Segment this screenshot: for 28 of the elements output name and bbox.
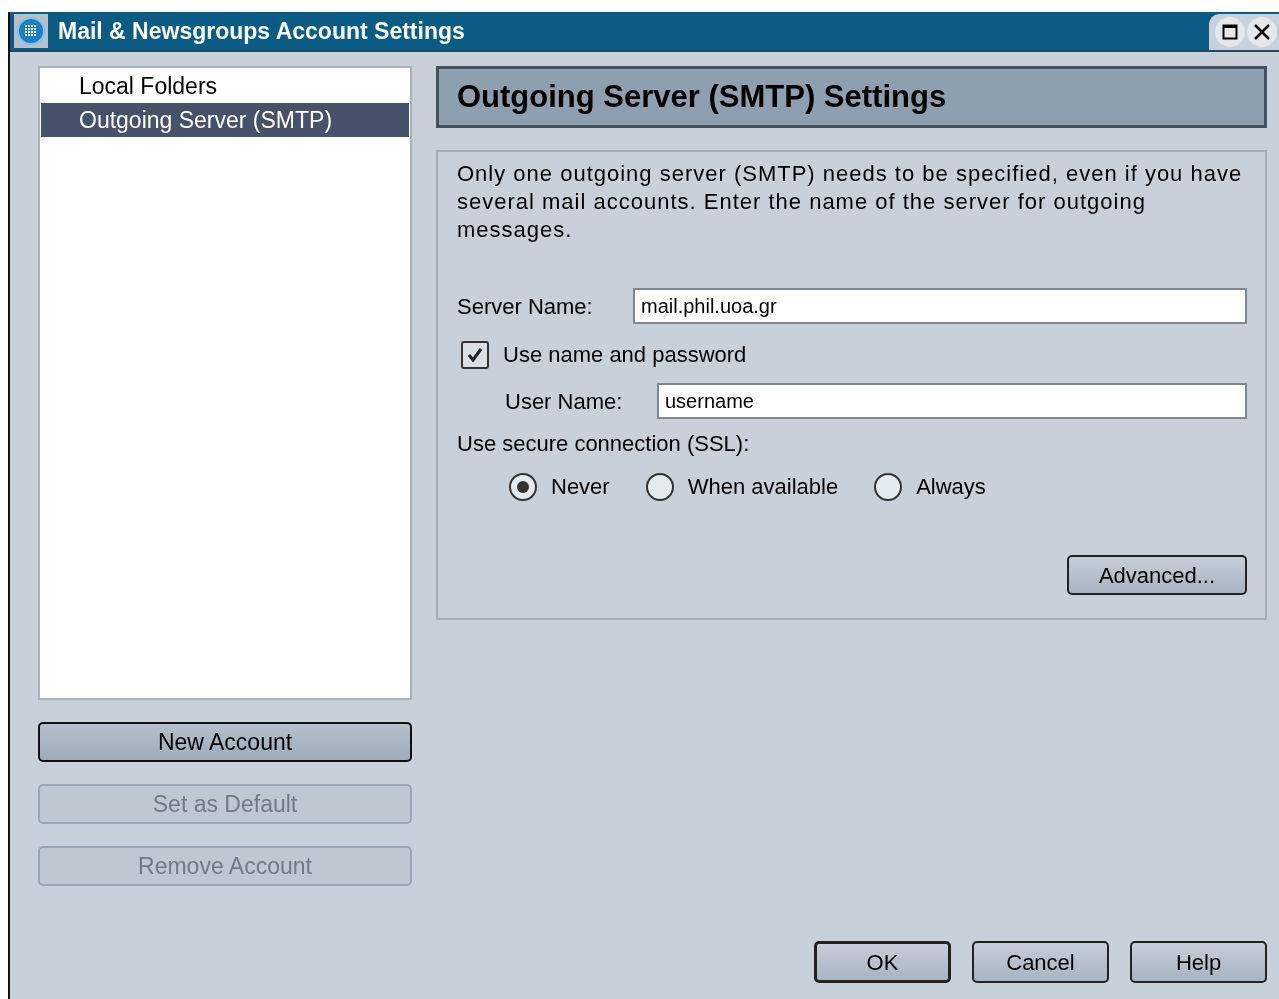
checkmark-icon: [466, 345, 484, 364]
ssl-label: Use secure connection (SSL):: [457, 430, 751, 458]
checkbox[interactable]: [461, 340, 489, 369]
dialog-button[interactable]: Cancel: [972, 941, 1109, 983]
radio-button[interactable]: [874, 472, 903, 501]
radio-label: Always: [916, 473, 986, 501]
server-name-field[interactable]: mail.phil.uoa.gr: [633, 288, 1247, 324]
panel-header: Outgoing Server (SMTP) Settings: [436, 66, 1267, 128]
maximize-icon: [1222, 24, 1238, 40]
radio-button[interactable]: [509, 472, 537, 501]
account-item[interactable]: Outgoing Server (SMTP): [41, 103, 409, 137]
advanced-button[interactable]: Advanced...: [1067, 555, 1247, 595]
dialog-button[interactable]: OK: [814, 941, 951, 983]
description-text: Only one outgoing server (SMTP) needs to be specified, even if you have several mail accounts. Enter the name of the server for outgoing messages.: [457, 160, 1244, 244]
window-title: Mail & Newsgroups Account Settings: [58, 16, 466, 46]
user-name-field[interactable]: username: [657, 383, 1247, 419]
dialog-button[interactable]: Help: [1130, 941, 1267, 983]
account-button[interactable]: New Account: [38, 722, 412, 762]
radio-label: Never: [551, 473, 610, 501]
checkbox-label: Use name and password: [503, 341, 747, 369]
app-icon: [14, 14, 48, 48]
close-icon: [1253, 23, 1271, 41]
field-label: Server Name:: [457, 292, 594, 321]
maximize-button[interactable]: [1215, 17, 1245, 47]
radio-label: When available: [687, 473, 839, 501]
radio-button[interactable]: [645, 472, 674, 501]
field-label: User Name:: [505, 387, 624, 416]
close-button[interactable]: [1247, 17, 1277, 47]
